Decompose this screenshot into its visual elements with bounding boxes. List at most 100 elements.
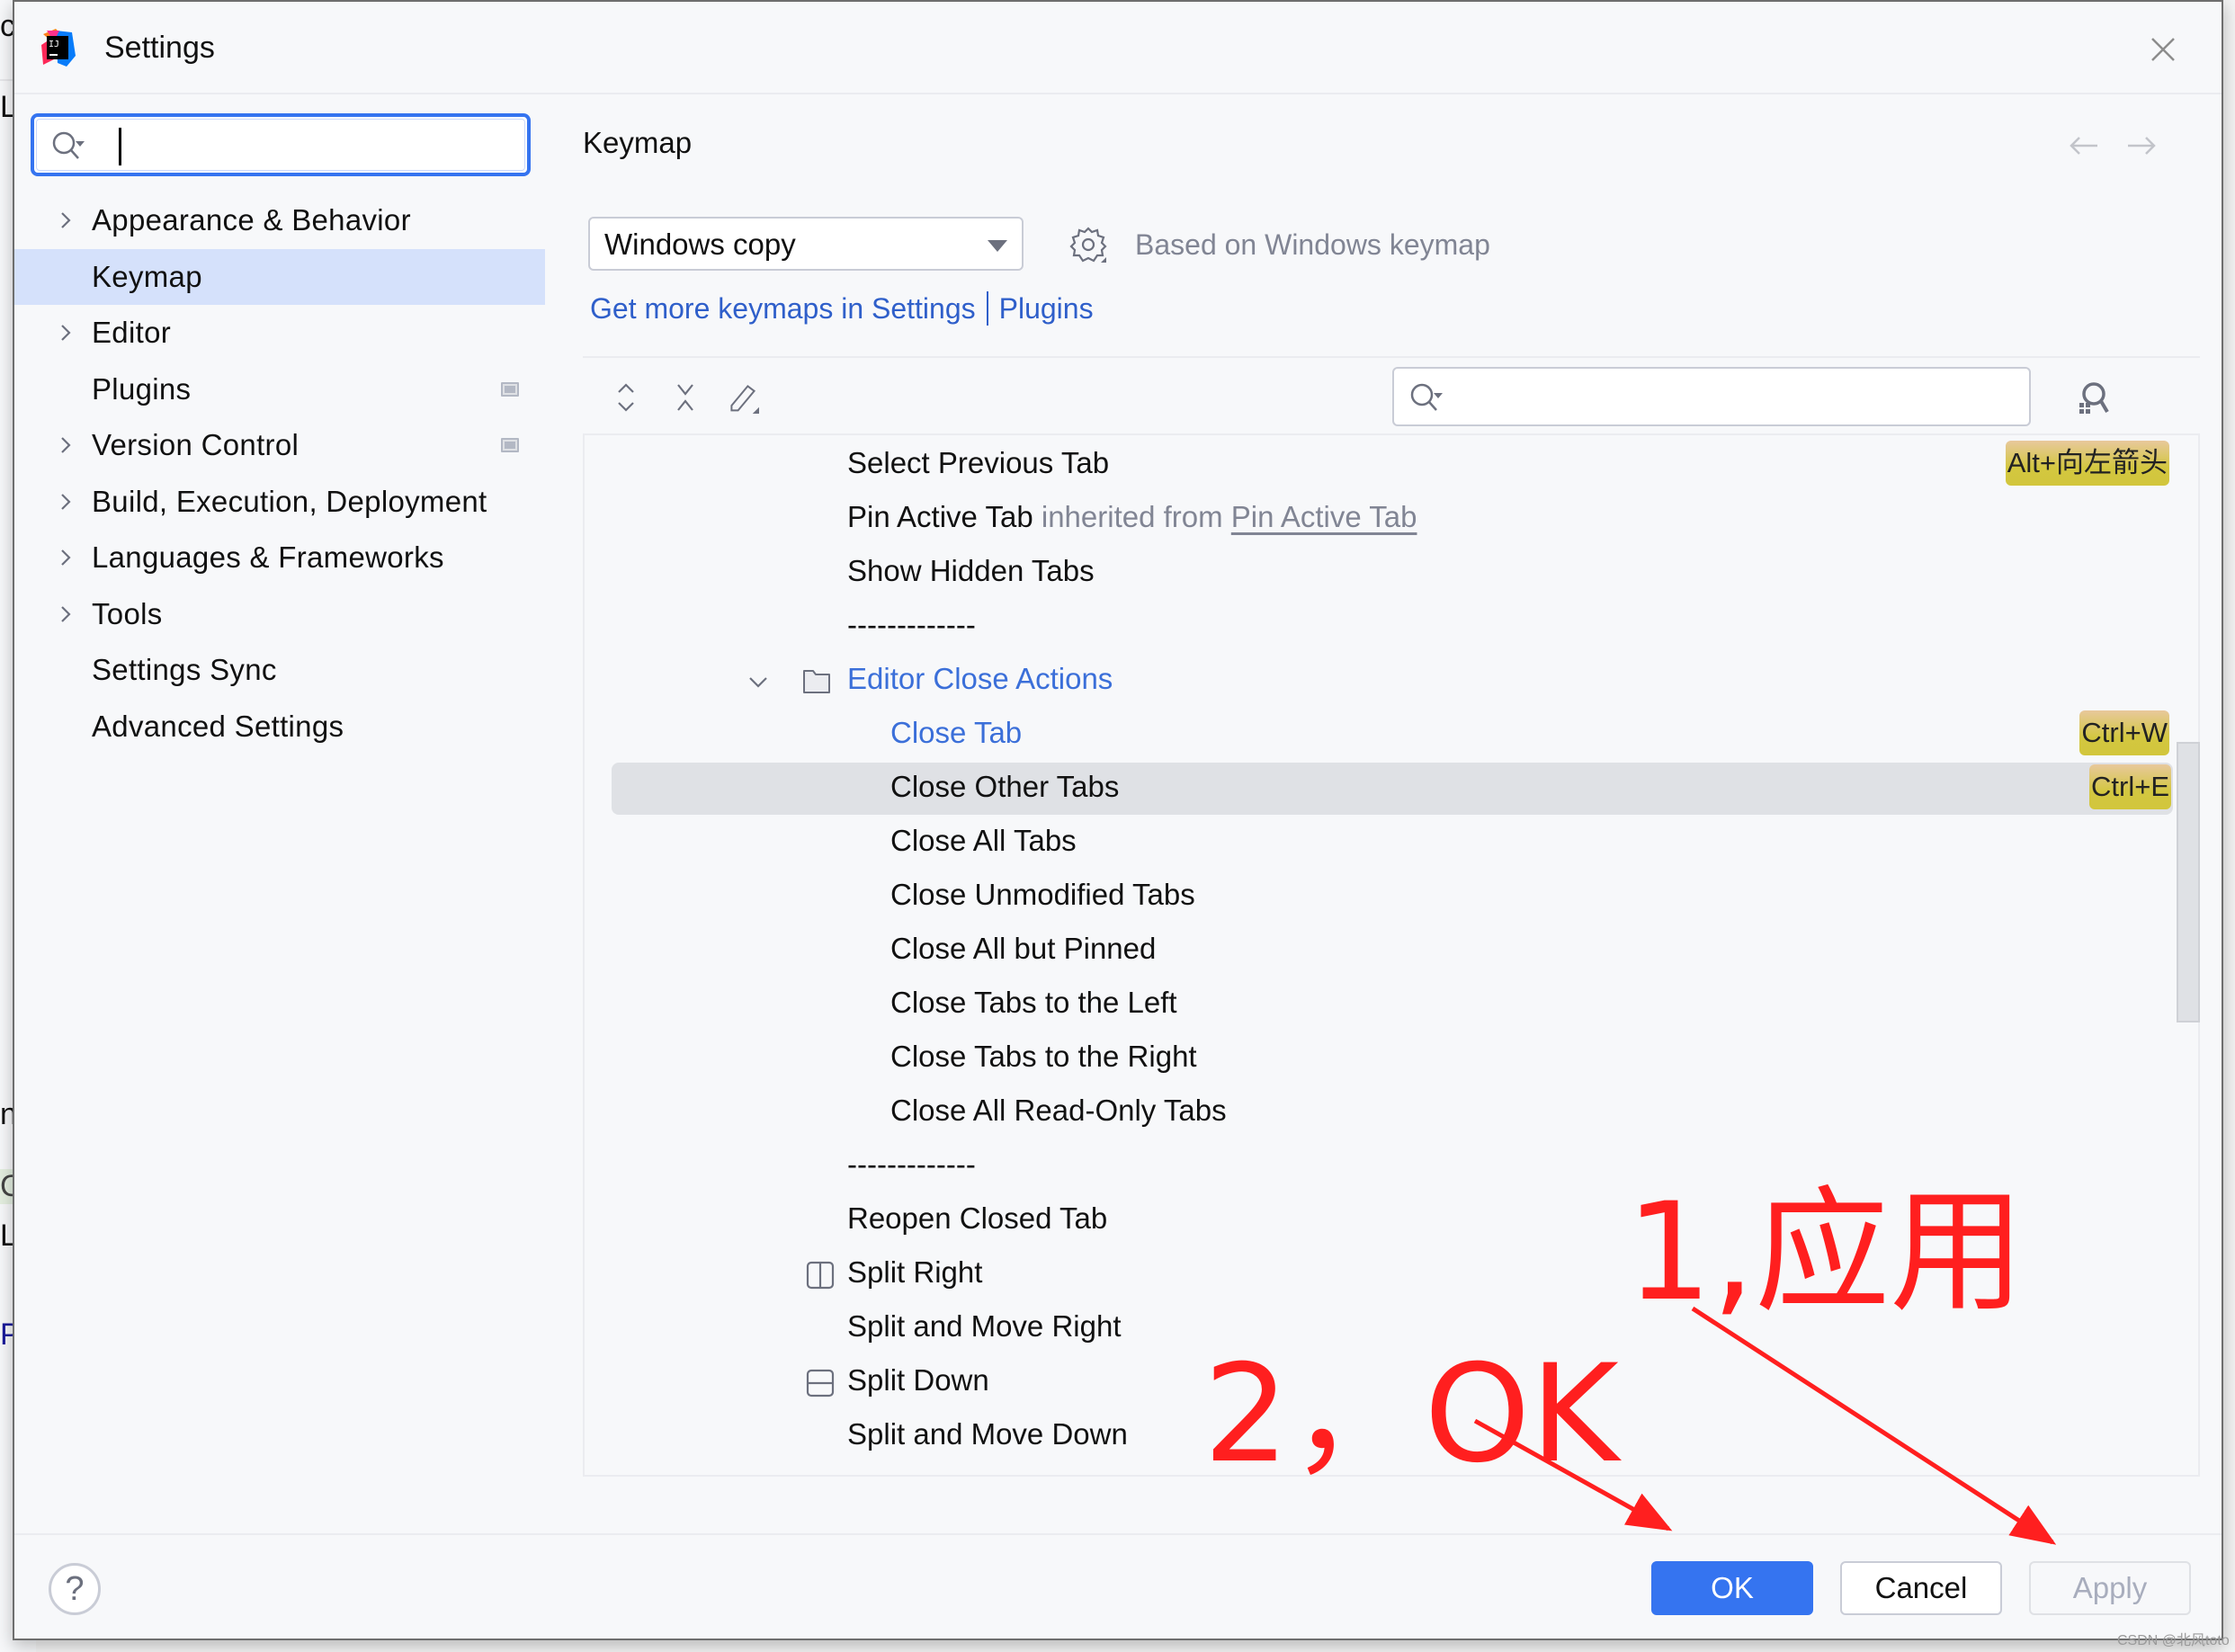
tree-row[interactable]: Show Hidden Tabs — [585, 547, 2171, 599]
forward-arrow-icon[interactable] — [2126, 135, 2157, 156]
section-divider — [583, 356, 2200, 358]
sidebar-item-label: Build, Execution, Deployment — [92, 484, 487, 518]
action-label: Select Previous Tab — [847, 446, 1110, 479]
inherited-text: inherited from — [1041, 500, 1223, 533]
sidebar-item-label: Appearance & Behavior — [92, 203, 411, 237]
split-horizontal-icon — [806, 1369, 835, 1398]
inherited-from-link[interactable]: Pin Active Tab — [1231, 500, 1417, 533]
tree-scrollbar[interactable] — [2177, 742, 2200, 1022]
sidebar-item-appearance-behavior[interactable]: Appearance & Behavior — [14, 192, 545, 249]
apply-button[interactable]: Apply — [2029, 1561, 2191, 1615]
edit-pencil-icon[interactable] — [727, 380, 759, 415]
action-label: Split Down — [847, 1363, 989, 1397]
get-more-keymaps-link[interactable]: Get more keymaps in Settings — [590, 292, 976, 325]
sidebar-item-label: Settings Sync — [92, 653, 277, 687]
sidebar-item-plugins[interactable]: Plugins — [14, 362, 545, 418]
chevron-right-icon[interactable] — [56, 210, 76, 230]
keymap-dropdown-value: Windows copy — [604, 228, 796, 261]
sidebar-item-settings-sync[interactable]: Settings Sync — [14, 642, 545, 699]
back-arrow-icon[interactable] — [2069, 135, 2099, 156]
chevron-right-icon[interactable] — [56, 492, 76, 512]
plugins-link[interactable]: Plugins — [999, 292, 1094, 325]
title-bar: IJ Settings — [14, 2, 2222, 94]
close-icon[interactable] — [2150, 36, 2177, 63]
action-label: Split and Move Right — [847, 1309, 1122, 1343]
tree-group-row[interactable]: Editor Close Actions — [585, 655, 2171, 707]
project-level-icon — [501, 381, 519, 397]
gear-icon[interactable] — [1068, 225, 1108, 264]
sidebar-item-advanced-settings[interactable]: Advanced Settings — [14, 699, 545, 755]
sidebar-search-input[interactable] — [97, 124, 511, 165]
action-label: Close Unmodified Tabs — [890, 878, 1195, 911]
footer-divider — [14, 1533, 2222, 1535]
action-label: Close Tab — [890, 716, 1023, 749]
cancel-button[interactable]: Cancel — [1840, 1561, 2002, 1615]
sidebar-item-label: Version Control — [92, 428, 299, 462]
tree-row-selected[interactable]: Close Other Tabs Ctrl+E — [612, 763, 2173, 815]
chevron-down-icon — [988, 240, 1007, 252]
tree-row[interactable]: Select Previous Tab Alt+向左箭头 — [585, 439, 2171, 491]
tree-row[interactable]: Close Tab Ctrl+W — [585, 709, 2171, 761]
separator-label: ------------- — [847, 608, 976, 641]
chevron-right-icon[interactable] — [56, 548, 76, 567]
action-label: Close Other Tabs — [890, 770, 1120, 803]
action-label: Show Hidden Tabs — [847, 554, 1095, 587]
tree-row[interactable]: Close All Read-Only Tabs — [585, 1086, 2171, 1139]
settings-dialog: IJ Settings Appearance & Behavior Keymap… — [13, 0, 2223, 1640]
action-label: Close All but Pinned — [890, 932, 1157, 965]
sidebar-item-tools[interactable]: Tools — [14, 586, 545, 643]
page-title: Keymap — [583, 126, 693, 159]
keymap-dropdown[interactable]: Windows copy — [588, 217, 1024, 271]
sidebar-item-label: Advanced Settings — [92, 709, 344, 743]
search-icon — [1410, 383, 1443, 411]
split-vertical-icon — [806, 1261, 835, 1290]
question-mark-icon: ? — [65, 1570, 85, 1608]
annotation-step2: 2，OK — [1203, 1336, 1619, 1493]
chevron-right-icon[interactable] — [56, 323, 76, 343]
help-button[interactable]: ? — [49, 1563, 101, 1615]
expand-all-icon[interactable] — [610, 380, 642, 415]
tree-row[interactable]: Close All but Pinned — [585, 924, 2171, 977]
dialog-title: Settings — [104, 31, 215, 65]
sidebar-item-label: Languages & Frameworks — [92, 540, 444, 575]
sidebar-search-field[interactable] — [31, 113, 531, 176]
chevron-down-icon[interactable] — [746, 667, 770, 696]
ok-button[interactable]: OK — [1651, 1561, 1813, 1615]
tree-row[interactable]: Close Tabs to the Left — [585, 978, 2171, 1031]
tree-row[interactable]: Close Tabs to the Right — [585, 1032, 2171, 1085]
tree-row[interactable]: Close Unmodified Tabs — [585, 871, 2171, 923]
keymap-links: Get more keymaps in Settings Plugins — [590, 291, 1094, 326]
shortcut-badge: Alt+向左箭头 — [2005, 441, 2169, 486]
keymap-search-field[interactable] — [1392, 367, 2031, 426]
annotation-step1: 1,应用 — [1626, 1174, 2025, 1331]
project-level-icon — [501, 438, 519, 453]
watermark: CSDN @北风toto — [2117, 1633, 2230, 1648]
action-label: Close Tabs to the Right — [890, 1040, 1197, 1073]
chevron-right-icon[interactable] — [56, 604, 76, 624]
sidebar-item-build-execution-deployment[interactable]: Build, Execution, Deployment — [14, 474, 545, 531]
action-label: Split and Move Down — [847, 1417, 1128, 1451]
action-label: Split Right — [847, 1255, 983, 1289]
sidebar-item-label: Plugins — [92, 371, 192, 406]
tree-separator-row: ------------- — [585, 601, 2171, 653]
action-label: Reopen Closed Tab — [847, 1201, 1108, 1235]
based-on-label: Based on Windows keymap — [1135, 228, 1490, 261]
action-label: Close All Read-Only Tabs — [890, 1094, 1227, 1127]
find-by-shortcut-icon[interactable] — [2074, 380, 2110, 415]
tree-row[interactable]: Pin Active Tab inherited from Pin Active… — [585, 493, 2171, 545]
settings-nav-tree: Appearance & Behavior Keymap Editor Plug… — [14, 192, 545, 755]
chevron-right-icon[interactable] — [56, 435, 76, 455]
sidebar-item-editor[interactable]: Editor — [14, 305, 545, 362]
collapse-all-icon[interactable] — [669, 380, 702, 415]
tree-row[interactable]: Close All Tabs — [585, 817, 2171, 869]
shortcut-badge: Ctrl+W — [2079, 710, 2169, 755]
link-separator — [986, 291, 988, 326]
action-label: Pin Active Tab — [847, 500, 1033, 533]
shortcut-badge: Ctrl+E — [2089, 764, 2171, 809]
sidebar-item-version-control[interactable]: Version Control — [14, 417, 545, 474]
keymap-search-input[interactable] — [1457, 378, 2015, 417]
sidebar-item-languages-frameworks[interactable]: Languages & Frameworks — [14, 530, 545, 586]
svg-text:IJ: IJ — [49, 40, 59, 49]
intellij-idea-icon: IJ — [41, 29, 76, 67]
sidebar-item-keymap[interactable]: Keymap — [14, 248, 545, 305]
